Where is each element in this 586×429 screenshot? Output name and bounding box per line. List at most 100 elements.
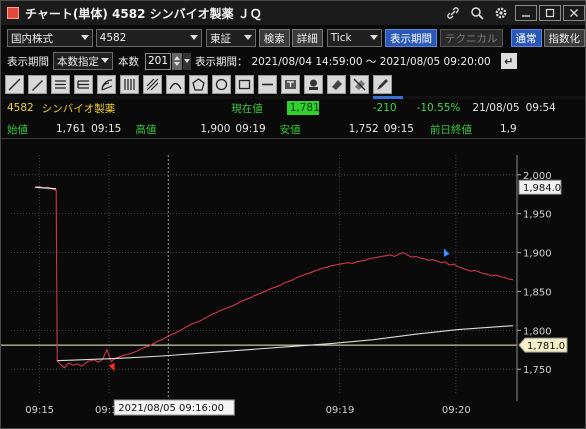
instrument-toolbar: 国内株式 4582 東証 検索 詳細 Tick 表示期間 テクニカル 通常 指数… [1, 27, 585, 49]
window-title: チャート(単体) 4582 シンバイオ製薬 ＪＱ [25, 6, 262, 21]
y-tick-label: 1,950 [523, 210, 552, 221]
text-tool[interactable] [281, 74, 300, 94]
fan-icon [101, 78, 113, 91]
count-arrow[interactable] [183, 52, 191, 70]
trendline-tool[interactable] [5, 74, 24, 94]
interval-select[interactable]: Tick [326, 29, 382, 47]
period-label: 表示期間 [7, 55, 49, 68]
current-label: 現在値 [231, 102, 263, 115]
multi-vertical-tool[interactable] [120, 74, 139, 94]
header-divider [1, 138, 585, 139]
technical-button[interactable]: テクニカル [440, 29, 503, 47]
rectangle-tool[interactable] [235, 74, 254, 94]
hatched-tool[interactable] [143, 74, 162, 94]
spin-down-icon[interactable] [174, 62, 180, 66]
count-input[interactable]: 201 [145, 52, 171, 70]
average-series-line [57, 325, 514, 362]
search-button[interactable]: 検索 [258, 29, 290, 47]
y-tick-label: 1,750 [523, 365, 552, 376]
close-icon[interactable] [563, 5, 585, 21]
market-type-select[interactable]: 国内株式 [7, 29, 93, 47]
link-icon[interactable] [441, 3, 465, 23]
low-marker-arrow [108, 362, 115, 372]
pen-tool[interactable] [28, 74, 47, 94]
minimize-icon[interactable] [515, 5, 537, 21]
spin-up-icon[interactable] [174, 56, 180, 60]
chart-svg[interactable]: 2,0001,9501,9001,8501,8001,75009:15 09:16… [1, 141, 585, 429]
period-range-label: 表示期間： [195, 55, 248, 68]
pentagon-tool[interactable] [189, 74, 208, 94]
fan-tool[interactable] [97, 74, 116, 94]
period-range-value: 2021/08/04 14:59:00 〜 2021/08/05 09:20:0… [251, 55, 491, 68]
chevron-down-icon [370, 35, 378, 40]
chevron-down-icon [184, 59, 190, 63]
arc-tool[interactable] [166, 74, 185, 94]
multi-vertical-icon [124, 78, 135, 90]
icon-tool[interactable] [304, 74, 323, 94]
horizontal-lines-tool[interactable] [51, 74, 70, 94]
scroll-indicator[interactable] [373, 96, 403, 99]
price-tag-current-text: 1,781.0 [527, 341, 565, 352]
gear-icon[interactable] [489, 3, 513, 23]
cursor-time-label: 2021/08/05 09:16:00 [113, 399, 235, 416]
delete-tool[interactable] [350, 74, 369, 94]
edit-tool[interactable] [373, 74, 392, 94]
pen-icon [32, 79, 43, 91]
high-marker-arrow [443, 248, 450, 257]
rectangle-icon [238, 79, 251, 89]
count-spinner[interactable] [172, 52, 182, 70]
period-mode-select[interactable]: 本数指定 [53, 52, 113, 70]
cursor-time-text: 2021/08/05 09:16:00 [118, 403, 224, 414]
price-chart[interactable]: 2,000 1,950 1,900 1,850 1,800 1,750 09:15 09:16… [1, 141, 585, 429]
toolbar-separator [1, 96, 585, 99]
title-tools [441, 1, 585, 25]
chevron-down-icon [190, 35, 199, 40]
detail-button[interactable]: 詳細 [291, 29, 323, 47]
search-icon[interactable] [465, 3, 489, 23]
period-toolbar: 表示期間 本数指定 本数 201 表示期間： 2021/08/04 14:59:… [1, 51, 585, 71]
hatched-icon [146, 78, 159, 90]
low-time: 09:15 [383, 123, 414, 135]
eraser-tool[interactable] [327, 74, 346, 94]
undo-icon[interactable]: ↵ [500, 53, 517, 69]
high-time: 09:19 [235, 123, 266, 135]
prev-close-segment [34, 186, 57, 190]
code-value: 4582 [99, 32, 127, 44]
x-tick-label: 09:15 [25, 405, 54, 416]
drawing-toolbar [1, 73, 585, 95]
hline-icon [262, 83, 273, 85]
x-tick-label: 09:19 [326, 405, 355, 416]
open-value: 1,761 [56, 123, 87, 135]
low-label: 安値 [279, 123, 301, 136]
change-value: -210 [372, 102, 397, 114]
title-bar[interactable]: チャート(単体) 4582 シンバイオ製薬 ＪＱ [1, 1, 585, 25]
edit-icon [377, 78, 388, 90]
chevron-down-icon [101, 58, 109, 63]
normal-button[interactable]: 通常 [510, 29, 542, 47]
quote-name: シンバイオ製薬 [41, 102, 116, 115]
circle-tool[interactable] [212, 74, 231, 94]
vertical-lines-tool[interactable] [74, 74, 93, 94]
exchange-value: 東証 [210, 32, 232, 45]
index-button[interactable]: 指数化 [543, 29, 585, 47]
display-period-button[interactable]: 表示期間 [385, 29, 437, 47]
count-label: 本数 [118, 55, 139, 68]
prev-close-value: 1,9 [499, 123, 517, 135]
y-tick-label: 1,800 [523, 326, 552, 337]
code-select[interactable]: 4582 [95, 29, 203, 47]
price-tag-top-text: 1,984.0 [523, 183, 561, 194]
restore-icon[interactable] [539, 5, 561, 21]
ohlc-row: 始値 1,761 09:15 高値 1,900 09:19 安値 1,752 0… [1, 121, 585, 137]
exchange-select[interactable]: 東証 [206, 29, 256, 47]
open-label: 始値 [7, 123, 28, 136]
hline-tool[interactable] [258, 74, 277, 94]
x-tick-label: 09:20 [442, 405, 471, 416]
high-label: 高値 [135, 123, 157, 136]
quote-date: 21/08/05 [472, 102, 520, 114]
quote-time: 09:54 [525, 102, 556, 114]
change-pct-value: -10.55% [416, 102, 461, 114]
open-time: 09:15 [91, 123, 122, 135]
pentagon-icon [192, 77, 205, 91]
price-tag-current: 1,781.0 [518, 337, 568, 353]
chart-window: チャート(単体) 4582 シンバイオ製薬 ＪＱ 国内株式 4582 東証 検索… [0, 0, 586, 429]
